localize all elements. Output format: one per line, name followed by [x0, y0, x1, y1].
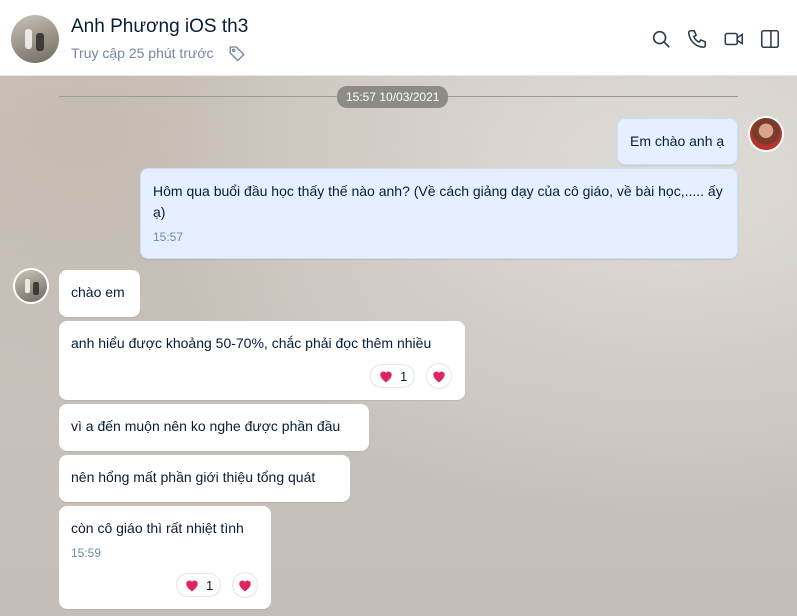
search-icon[interactable] — [650, 28, 672, 50]
phone-icon[interactable] — [686, 28, 708, 50]
message-list[interactable]: 15:57 10/03/2021 Em chào anh ạ Hôm qua b… — [0, 76, 797, 616]
message-bubble-incoming[interactable]: vì a đến muộn nên ko nghe được phần đầu — [59, 404, 369, 451]
react-button[interactable] — [232, 572, 258, 598]
react-button[interactable] — [426, 363, 452, 389]
message-text: anh hiểu được khoảng 50-70%, chắc phải đ… — [71, 335, 432, 351]
chat-header: Anh Phương iOS th3 Truy cập 25 phút trướ… — [0, 0, 797, 76]
message-time: 15:59 — [71, 546, 102, 560]
message-text: nên hổng mất phần giới thiệu tổng quát — [71, 469, 316, 485]
my-avatar[interactable] — [748, 116, 784, 152]
message-text: còn cô giáo thì rất nhiệt tình — [71, 520, 244, 536]
reaction-count: 1 — [400, 368, 408, 384]
message-bubble-incoming[interactable]: chào em — [59, 270, 140, 317]
contact-name[interactable]: Anh Phương iOS th3 — [71, 16, 248, 38]
message-bubble-outgoing[interactable]: Hôm qua buổi đầu học thấy thế nào anh? (… — [140, 168, 738, 259]
heart-icon — [186, 580, 198, 592]
message-bubble-outgoing[interactable]: Em chào anh ạ — [617, 118, 738, 165]
heart-icon — [380, 371, 392, 383]
last-seen-status: Truy cập 25 phút trước — [71, 45, 214, 61]
heart-icon — [433, 371, 445, 383]
message-text: Em chào anh ạ — [630, 133, 725, 149]
heart-icon — [239, 580, 251, 592]
contact-avatar-small[interactable] — [13, 268, 49, 304]
reaction-count: 1 — [206, 577, 214, 593]
message-text: Hôm qua buổi đầu học thấy thế nào anh? (… — [153, 183, 723, 220]
contact-avatar[interactable] — [11, 15, 59, 63]
message-bubble-incoming[interactable]: anh hiểu được khoảng 50-70%, chắc phải đ… — [59, 321, 465, 400]
message-time: 15:57 — [153, 230, 184, 244]
tag-icon[interactable] — [228, 44, 246, 62]
reaction-summary[interactable]: 1 — [176, 573, 222, 597]
message-text: chào em — [71, 284, 125, 300]
reaction-summary[interactable]: 1 — [370, 364, 416, 388]
sidebar-toggle-icon[interactable] — [759, 28, 781, 50]
video-camera-icon[interactable] — [723, 28, 745, 50]
message-text: vì a đến muộn nên ko nghe được phần đầu — [71, 418, 341, 434]
message-bubble-incoming[interactable]: nên hổng mất phần giới thiệu tổng quát — [59, 455, 350, 502]
date-divider: 15:57 10/03/2021 — [337, 86, 449, 108]
